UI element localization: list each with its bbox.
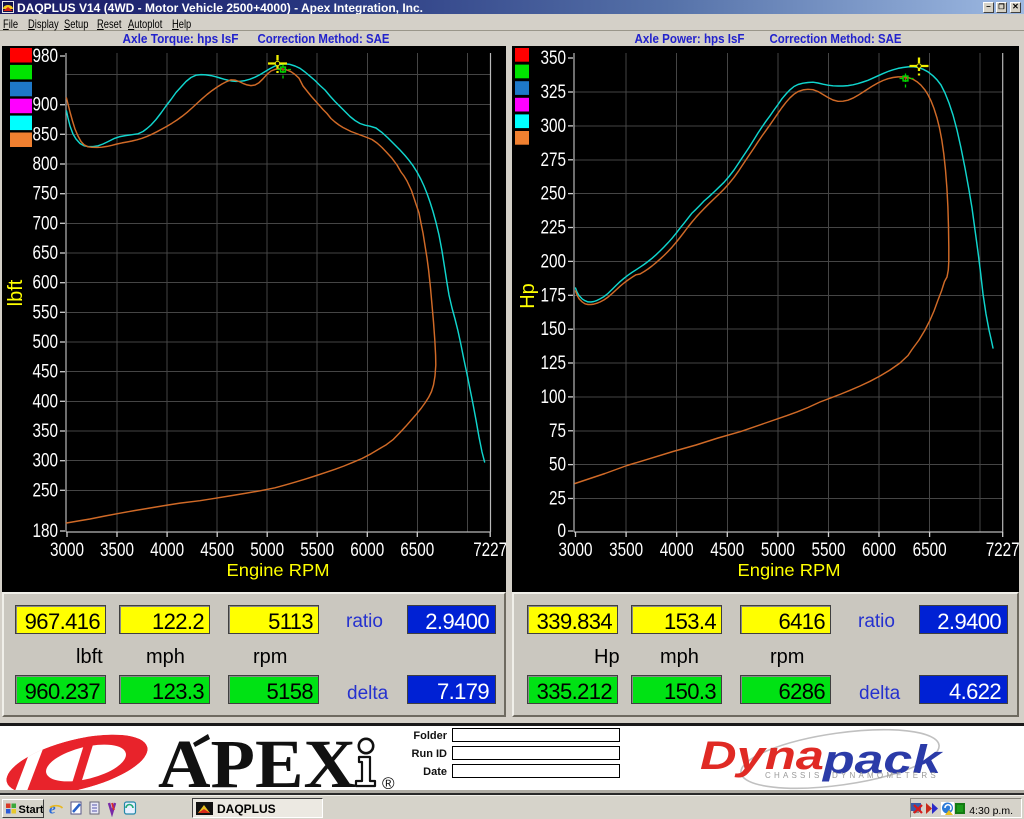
svg-text:6500: 6500 bbox=[400, 540, 434, 561]
svg-text:6500: 6500 bbox=[913, 540, 947, 561]
svg-text:5500: 5500 bbox=[812, 540, 846, 561]
svg-text:325: 325 bbox=[541, 82, 567, 103]
svg-text:APEX: APEX bbox=[158, 726, 356, 790]
svg-text:600: 600 bbox=[33, 273, 59, 294]
svg-text:400: 400 bbox=[33, 391, 59, 412]
svg-text:750: 750 bbox=[33, 184, 59, 205]
svg-text:850: 850 bbox=[33, 124, 59, 145]
svg-text:250: 250 bbox=[33, 480, 59, 501]
svg-text:150: 150 bbox=[541, 319, 567, 340]
svg-text:800: 800 bbox=[33, 154, 59, 175]
svg-text:3500: 3500 bbox=[100, 540, 134, 561]
svg-text:180: 180 bbox=[33, 521, 59, 542]
svg-text:6000: 6000 bbox=[862, 540, 896, 561]
svg-text:e: e bbox=[49, 802, 56, 818]
svg-text:125: 125 bbox=[541, 353, 567, 374]
svg-text:Hp: Hp bbox=[517, 283, 539, 309]
svg-text:350: 350 bbox=[541, 48, 567, 69]
svg-text:450: 450 bbox=[33, 362, 59, 383]
svg-text:50: 50 bbox=[549, 455, 566, 476]
svg-text:CHASSIS: CHASSIS bbox=[765, 771, 823, 780]
svg-text:100: 100 bbox=[541, 387, 567, 408]
svg-text:900: 900 bbox=[33, 95, 59, 116]
svg-text:25: 25 bbox=[549, 489, 566, 510]
svg-text:700: 700 bbox=[33, 213, 59, 234]
svg-text:980: 980 bbox=[33, 46, 59, 67]
svg-text:7227: 7227 bbox=[986, 540, 1019, 561]
svg-text:Axle Torque: hps IsF: Axle Torque: hps IsF bbox=[123, 31, 239, 46]
svg-text:Engine RPM: Engine RPM bbox=[227, 560, 330, 580]
svg-text:300: 300 bbox=[33, 451, 59, 472]
svg-text:175: 175 bbox=[541, 285, 567, 306]
svg-text:650: 650 bbox=[33, 243, 59, 264]
svg-text:550: 550 bbox=[33, 302, 59, 323]
svg-text:5000: 5000 bbox=[761, 540, 795, 561]
svg-text:4000: 4000 bbox=[150, 540, 184, 561]
svg-text:Correction Method: SAE: Correction Method: SAE bbox=[770, 31, 902, 46]
svg-text:3500: 3500 bbox=[609, 540, 643, 561]
svg-text:®: ® bbox=[382, 774, 395, 790]
svg-text:7227: 7227 bbox=[473, 540, 506, 561]
svg-text:200: 200 bbox=[541, 251, 567, 272]
svg-text:6000: 6000 bbox=[350, 540, 384, 561]
svg-text:250: 250 bbox=[541, 184, 567, 205]
svg-text:Axle Power: hps IsF: Axle Power: hps IsF bbox=[635, 31, 745, 46]
svg-text:500: 500 bbox=[33, 332, 59, 353]
svg-text:Engine RPM: Engine RPM bbox=[738, 560, 841, 580]
svg-text:75: 75 bbox=[549, 421, 566, 442]
svg-text:Start: Start bbox=[19, 804, 44, 816]
svg-text:275: 275 bbox=[541, 150, 567, 171]
svg-text:225: 225 bbox=[541, 218, 567, 239]
svg-text:300: 300 bbox=[541, 116, 567, 137]
svg-text:4000: 4000 bbox=[660, 540, 694, 561]
svg-text:DYNAMOMETERS: DYNAMOMETERS bbox=[832, 771, 939, 780]
svg-text:3000: 3000 bbox=[559, 540, 593, 561]
svg-text:lbft: lbft bbox=[5, 279, 27, 306]
svg-text:5500: 5500 bbox=[300, 540, 334, 561]
svg-text:0: 0 bbox=[558, 521, 567, 542]
svg-text:5000: 5000 bbox=[250, 540, 284, 561]
svg-text:4500: 4500 bbox=[710, 540, 744, 561]
svg-text:Correction Method: SAE: Correction Method: SAE bbox=[258, 31, 390, 46]
svg-text:3000: 3000 bbox=[50, 540, 84, 561]
svg-text:4500: 4500 bbox=[200, 540, 234, 561]
svg-text:350: 350 bbox=[33, 421, 59, 442]
